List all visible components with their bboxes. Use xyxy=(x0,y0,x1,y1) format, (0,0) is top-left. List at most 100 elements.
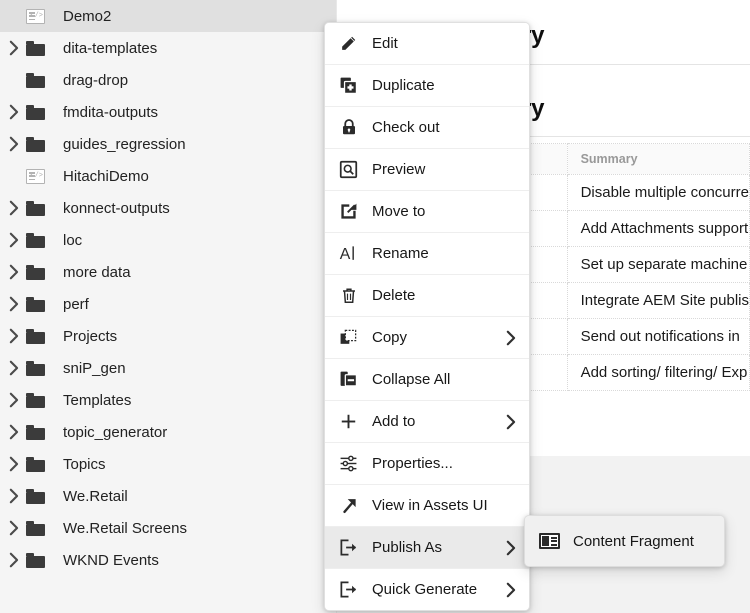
rename-text-cursor-icon: A xyxy=(325,244,372,263)
menu-item-duplicate[interactable]: Duplicate xyxy=(325,65,529,107)
tree-item-topic-generator[interactable]: topic_generator xyxy=(0,416,336,448)
menu-item-view-in-assets-ui[interactable]: View in Assets UI xyxy=(325,485,529,527)
tree-item-more-data[interactable]: more data xyxy=(0,256,336,288)
menu-item-check-out[interactable]: Check out xyxy=(325,107,529,149)
folder-tree-sidebar[interactable]: </>Demo2 dita-templates drag-dropfmdita-ou… xyxy=(0,0,336,613)
tree-item-label: We.Retail xyxy=(52,488,128,505)
chevron-right-icon[interactable] xyxy=(0,40,26,56)
folder-icon xyxy=(26,233,52,248)
chevron-right-icon xyxy=(505,317,516,358)
menu-item-publish-as[interactable]: Publish As xyxy=(325,527,529,569)
chevron-right-icon[interactable] xyxy=(0,136,26,152)
tree-item-topics[interactable]: Topics xyxy=(0,448,336,480)
cell-blank xyxy=(527,355,568,391)
tree-item-projects[interactable]: Projects xyxy=(0,320,336,352)
tree-item-label: dita-templates xyxy=(52,40,157,57)
tree-item-label: guides_regression xyxy=(52,136,186,153)
menu-item-label: Edit xyxy=(372,35,398,52)
chevron-right-icon[interactable] xyxy=(0,296,26,312)
table-row[interactable]: Set up separate machine xyxy=(527,247,750,283)
chevron-right-icon[interactable] xyxy=(0,264,26,280)
chevron-right-icon[interactable] xyxy=(0,488,26,504)
publish-export-icon xyxy=(325,580,372,599)
table-header-row: Summary xyxy=(527,144,750,175)
tree-item-label: perf xyxy=(52,296,89,313)
submenu-item-content-fragment[interactable]: Content Fragment xyxy=(525,516,724,566)
folder-icon xyxy=(26,105,52,120)
menu-item-move-to[interactable]: Move to xyxy=(325,191,529,233)
table-row[interactable]: Add Attachments support xyxy=(527,211,750,247)
menu-item-delete[interactable]: Delete xyxy=(325,275,529,317)
table-row[interactable]: Add sorting/ filtering/ Exp xyxy=(527,355,750,391)
tree-item-label: more data xyxy=(52,264,131,281)
chevron-right-icon[interactable] xyxy=(0,232,26,248)
chevron-right-icon[interactable] xyxy=(0,520,26,536)
tree-item-guides-regression[interactable]: guides_regression xyxy=(0,128,336,160)
menu-item-edit[interactable]: Edit xyxy=(325,23,529,65)
menu-item-label: Add to xyxy=(372,413,415,430)
tree-item-label: sniP_gen xyxy=(52,360,126,377)
tree-item-label: We.Retail Screens xyxy=(52,520,187,537)
tree-item-perf[interactable]: perf xyxy=(0,288,336,320)
chevron-right-icon[interactable] xyxy=(0,328,26,344)
menu-item-label: View in Assets UI xyxy=(372,497,488,514)
folder-icon xyxy=(26,361,52,376)
chevron-right-icon[interactable] xyxy=(0,424,26,440)
chevron-right-icon xyxy=(505,401,516,442)
cell-summary: Add Attachments support xyxy=(567,211,749,247)
submenu-item-label: Content Fragment xyxy=(573,533,694,550)
folder-icon xyxy=(26,41,52,56)
menu-item-label: Publish As xyxy=(372,539,442,556)
tree-item-drag-drop[interactable]: drag-drop xyxy=(0,64,336,96)
external-link-arrow-icon xyxy=(325,496,372,515)
chevron-right-icon[interactable] xyxy=(0,200,26,216)
menu-item-add-to[interactable]: Add to xyxy=(325,401,529,443)
content-fragment-icon xyxy=(525,533,573,549)
menu-item-label: Copy xyxy=(372,329,407,346)
tree-item-snip-gen[interactable]: sniP_gen xyxy=(0,352,336,384)
table-row[interactable]: Integrate AEM Site publis xyxy=(527,283,750,319)
publish-as-submenu[interactable]: Content Fragment xyxy=(524,515,725,567)
pencil-icon xyxy=(325,34,372,53)
chevron-right-icon xyxy=(505,569,516,610)
menu-item-rename[interactable]: ARename xyxy=(325,233,529,275)
folder-icon xyxy=(26,521,52,536)
menu-item-label: Quick Generate xyxy=(372,581,477,598)
tree-item-konnect-outputs[interactable]: konnect-outputs xyxy=(0,192,336,224)
menu-item-label: Preview xyxy=(372,161,425,178)
tree-item-fmdita-outputs[interactable]: fmdita-outputs xyxy=(0,96,336,128)
tree-item-demo2[interactable]: </>Demo2 xyxy=(0,0,336,32)
cell-summary: Add sorting/ filtering/ Exp xyxy=(567,355,749,391)
menu-item-copy[interactable]: Copy xyxy=(325,317,529,359)
table-row[interactable]: Disable multiple concurre xyxy=(527,175,750,211)
table-row[interactable]: Send out notifications in xyxy=(527,319,750,355)
menu-item-quick-generate[interactable]: Quick Generate xyxy=(325,569,529,610)
chevron-right-icon[interactable] xyxy=(0,392,26,408)
tree-item-templates[interactable]: Templates xyxy=(0,384,336,416)
folder-icon xyxy=(26,489,52,504)
menu-item-preview[interactable]: Preview xyxy=(325,149,529,191)
menu-item-collapse-all[interactable]: Collapse All xyxy=(325,359,529,401)
tree-item-label: Projects xyxy=(52,328,117,345)
duplicate-icon xyxy=(325,76,372,95)
tree-item-label: konnect-outputs xyxy=(52,200,170,217)
tree-item-hitachidemo[interactable]: </>HitachiDemo xyxy=(0,160,336,192)
chevron-right-icon[interactable] xyxy=(0,456,26,472)
context-menu[interactable]: Edit DuplicateCheck out Preview Move toARen… xyxy=(324,22,530,611)
chevron-right-icon[interactable] xyxy=(0,104,26,120)
lock-icon xyxy=(325,118,372,137)
menu-item-properties[interactable]: Properties... xyxy=(325,443,529,485)
chevron-right-icon[interactable] xyxy=(0,552,26,568)
svg-text:A: A xyxy=(340,246,351,263)
tree-item-we-retail[interactable]: We.Retail xyxy=(0,480,336,512)
tree-item-dita-templates[interactable]: dita-templates xyxy=(0,32,336,64)
tree-item-loc[interactable]: loc xyxy=(0,224,336,256)
tree-item-label: topic_generator xyxy=(52,424,167,441)
cell-summary: Disable multiple concurre xyxy=(567,175,749,211)
tree-item-we-retail-screens[interactable]: We.Retail Screens xyxy=(0,512,336,544)
tree-item-label: Demo2 xyxy=(52,8,111,25)
tree-list: </>Demo2 dita-templates drag-dropfmdita-ou… xyxy=(0,0,336,576)
publish-export-icon xyxy=(325,538,372,557)
tree-item-wknd-events[interactable]: WKND Events xyxy=(0,544,336,576)
chevron-right-icon[interactable] xyxy=(0,360,26,376)
